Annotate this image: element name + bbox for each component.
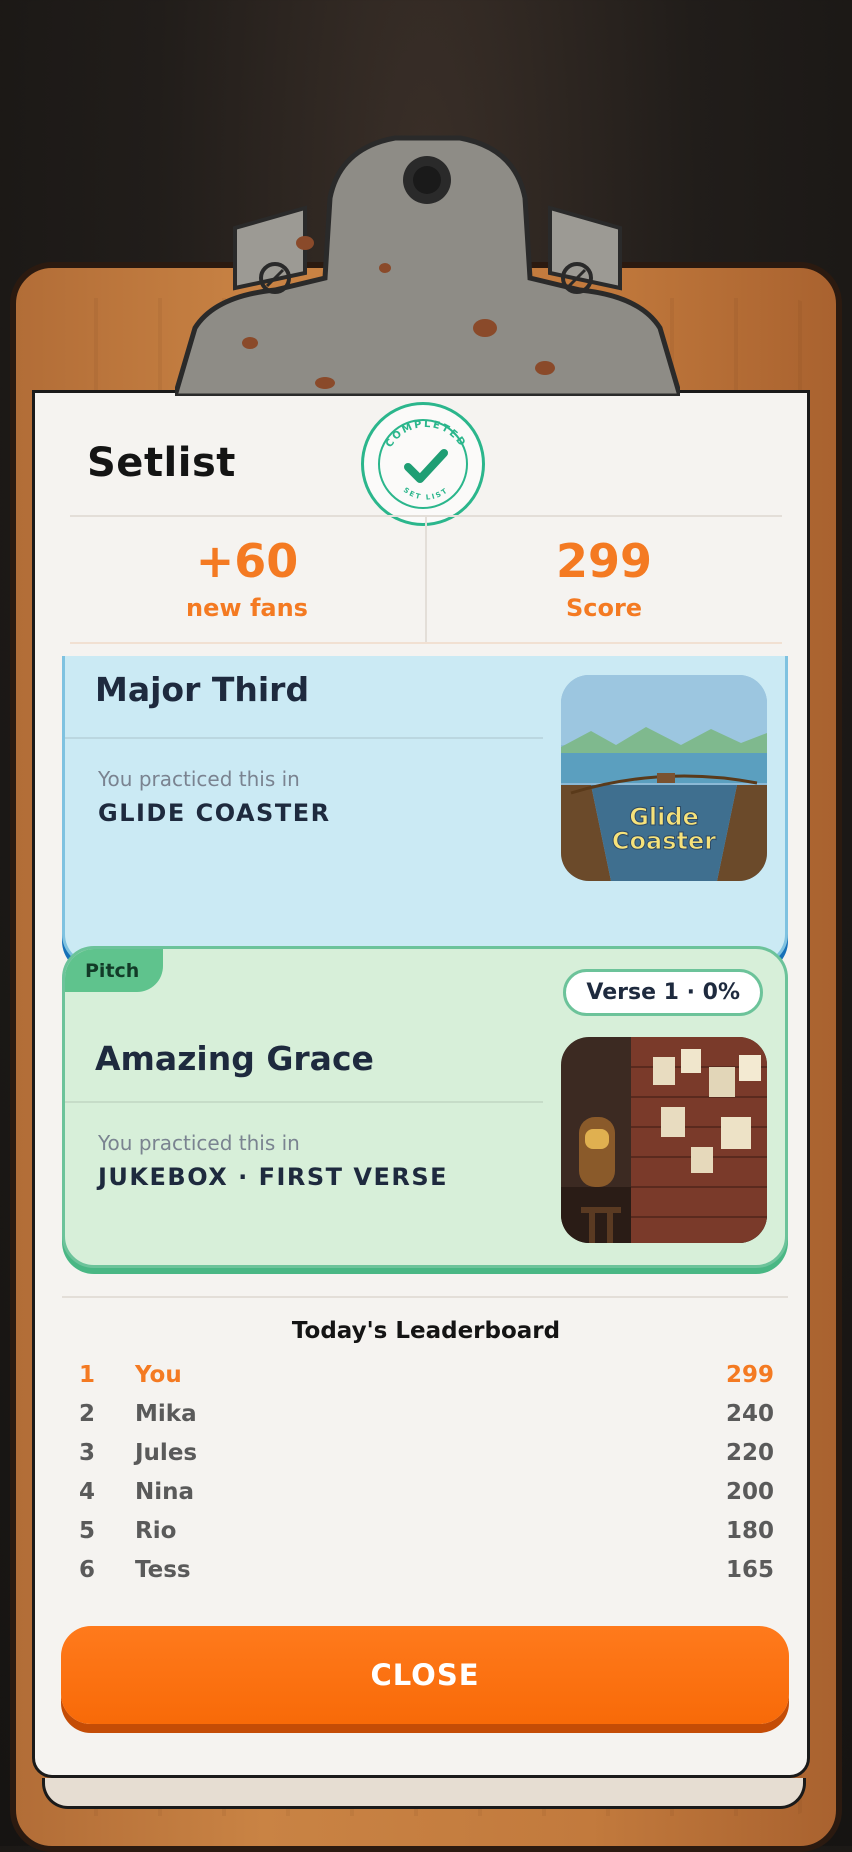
song-name: Major Third [95,670,310,709]
player-name: Mika [135,1401,197,1427]
leaderboard-title: Today's Leaderboard [291,1318,561,1344]
score-label: Score [565,594,643,622]
rank: 4 [79,1479,96,1505]
rank: 5 [79,1518,96,1544]
rank: 3 [79,1440,96,1466]
player-score: 299 [725,1362,774,1388]
completed-stamp: COMPLETED SET LIST [361,402,485,526]
new-fans-label: new fans [186,594,308,622]
score-value: 299 [555,534,653,588]
card-divider [65,737,543,739]
jukebox-thumbnail [561,1037,767,1243]
player-score: 240 [725,1401,774,1427]
close-button[interactable]: CLOSE [61,1626,789,1724]
leaderboard-row: 3 Jules 220 [79,1440,774,1474]
leaderboard-row: 2 Mika 240 [79,1401,774,1435]
song-card-major-third[interactable]: Major Third You practiced this in GLIDE … [62,656,788,966]
song-name: Amazing Grace [95,1039,374,1078]
page-title: Setlist [87,440,236,486]
svg-text:COMPLETED: COMPLETED [384,419,468,450]
player-name: Tess [135,1557,191,1583]
song-card-amazing-grace[interactable]: Pitch Verse 1 · 0% Amazing Grace You pra… [62,946,788,1268]
leaderboard-row: 6 Tess 165 [79,1557,774,1591]
practiced-label: You practiced this in [98,1131,300,1155]
glide-coaster-thumbnail: Glide Coaster [561,675,767,881]
player-name: Rio [135,1518,177,1544]
stamp-top-text: COMPLETED [384,419,466,450]
card-divider [65,1101,543,1103]
clipboard-clip-icon [175,135,680,396]
paper-stack-edge [42,1778,806,1809]
pitch-tag: Pitch [65,949,164,992]
player-score: 180 [725,1518,774,1544]
stats-bottom-divider [70,642,782,644]
stamp-bottom-text: SET LIST [402,486,448,502]
rank: 6 [79,1557,96,1583]
player-name: Nina [135,1479,195,1505]
leaderboard-divider [62,1296,788,1298]
rank: 1 [79,1362,96,1388]
player-score: 220 [725,1440,774,1466]
svg-text:SET LIST: SET LIST [402,486,450,502]
rank: 2 [79,1401,96,1427]
check-icon [404,449,448,483]
stats-divider [425,516,427,642]
new-fans-value: +60 [195,534,299,588]
game-name: GLIDE COASTER [98,799,331,827]
svg-text:Coaster: Coaster [612,827,716,855]
player-name: You [135,1362,182,1388]
player-name: Jules [135,1440,198,1466]
setlist-scroll-area[interactable]: Major Third You practiced this in GLIDE … [58,656,794,1296]
leaderboard-row: 5 Rio 180 [79,1518,774,1552]
player-score: 200 [725,1479,774,1505]
practiced-label: You practiced this in [98,767,300,791]
game-name: JUKEBOX · FIRST VERSE [98,1163,449,1191]
player-score: 165 [725,1557,774,1583]
leaderboard-row: 1 You 299 [79,1362,774,1396]
verse-progress-badge: Verse 1 · 0% [563,969,763,1016]
leaderboard-row: 4 Nina 200 [79,1479,774,1513]
